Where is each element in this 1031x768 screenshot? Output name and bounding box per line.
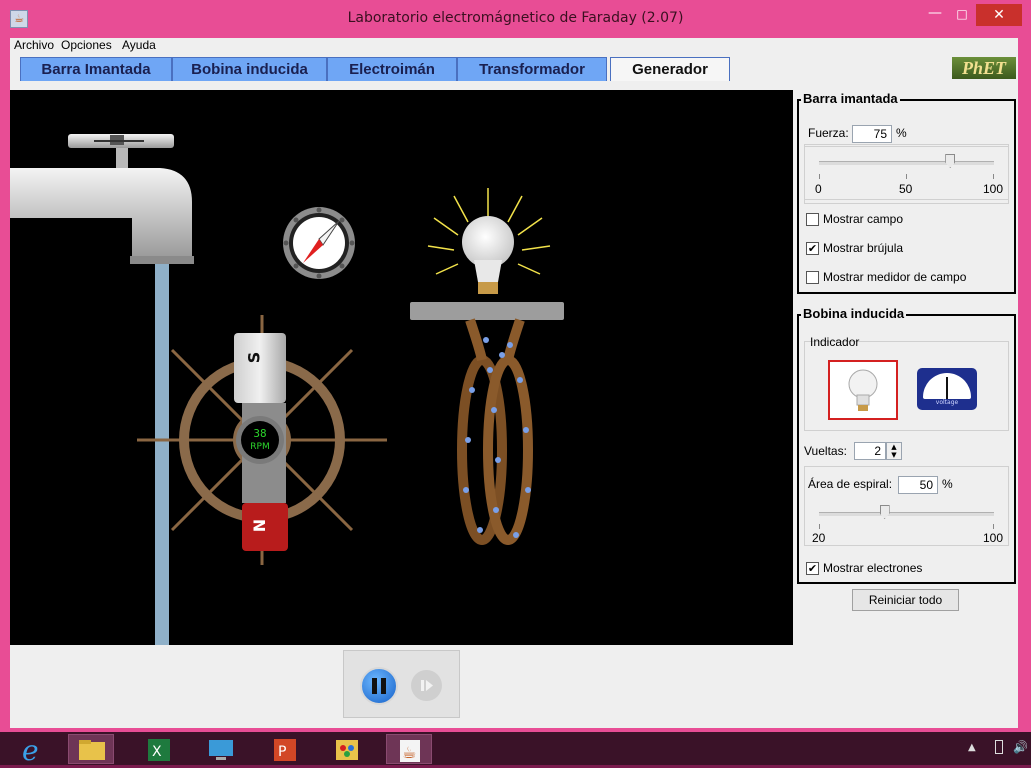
tab-electroiman[interactable]: Electroimán (327, 57, 457, 81)
tray-expand-icon[interactable]: ▲ (968, 742, 976, 753)
fuerza-tick-mid (906, 174, 907, 179)
light-bulb (462, 216, 514, 294)
rpm-gauge (236, 416, 284, 464)
north-pole-label: N (250, 518, 270, 533)
fuerza-input[interactable]: 75 (852, 125, 892, 143)
mostrar-electrones-label[interactable]: Mostrar electrones (823, 561, 922, 575)
file-explorer-icon[interactable] (68, 734, 114, 764)
title-bar[interactable]: ☕ Laboratorio electromágnetico de Farada… (0, 0, 1031, 38)
area-max-label: 100 (983, 531, 1004, 545)
paint-icon[interactable] (324, 734, 370, 764)
vueltas-label: Vueltas: (804, 444, 847, 458)
bulb-indicator-button[interactable] (828, 360, 898, 420)
water-faucet[interactable] (10, 134, 194, 264)
induced-coil[interactable] (457, 318, 533, 545)
fuerza-label: Fuerza: (808, 126, 849, 140)
svg-text:X: X (152, 744, 162, 760)
phet-logo[interactable]: PhET (952, 57, 1016, 79)
bobina-inducida-title: Bobina inducida (801, 306, 907, 321)
area-slider-track[interactable] (819, 512, 994, 516)
fuerza-mid-label: 50 (899, 182, 913, 196)
simulation-canvas[interactable]: S N 38 RPM (10, 90, 793, 645)
compass[interactable] (283, 207, 355, 279)
vueltas-spinner[interactable]: ▲ ▼ (886, 442, 902, 460)
internet-explorer-icon[interactable]: e (12, 734, 58, 767)
mostrar-medidor-checkbox[interactable] (806, 271, 819, 284)
svg-text:☕: ☕ (402, 743, 416, 762)
minimize-button[interactable]: — (922, 6, 948, 24)
tab-bobina-inducida[interactable]: Bobina inducida (172, 57, 327, 81)
tab-generador[interactable]: Generador (610, 57, 730, 81)
menu-opciones[interactable]: Opciones (61, 38, 112, 52)
rpm-unit: RPM (250, 442, 270, 452)
area-percent: % (942, 477, 953, 491)
mostrar-brujula-checkbox[interactable]: ✔ (806, 242, 819, 255)
area-tick-min (819, 524, 820, 529)
mostrar-medidor-label[interactable]: Mostrar medidor de campo (823, 270, 966, 284)
menu-ayuda[interactable]: Ayuda (122, 38, 156, 52)
svg-text:P: P (278, 744, 286, 760)
mostrar-campo-checkbox[interactable] (806, 213, 819, 226)
area-min-label: 20 (812, 531, 826, 545)
menu-bar: Archivo Opciones Ayuda (10, 38, 1018, 54)
voltmeter-label: voltage (935, 399, 959, 406)
bobina-inducida-panel: Bobina inducida Indicador voltage Vuelta… (797, 306, 1016, 584)
rpm-value: 38 (253, 427, 267, 440)
fuerza-slider-track[interactable] (819, 161, 994, 165)
area-tick-max (993, 524, 994, 529)
south-pole-label: S (244, 351, 264, 364)
pause-button[interactable] (360, 667, 398, 705)
tab-barra-imantada[interactable]: Barra Imantada (20, 57, 172, 81)
fuerza-max-label: 100 (983, 182, 1004, 196)
bulb-base-plate (410, 302, 564, 320)
area-label: Área de espiral: (808, 477, 893, 491)
fuerza-min-label: 0 (815, 182, 822, 196)
window-title: Laboratorio electromágnetico de Faraday … (347, 10, 684, 26)
barra-imantada-title: Barra imantada (801, 91, 900, 106)
mostrar-brujula-label[interactable]: Mostrar brújula (823, 241, 903, 255)
excel-icon[interactable]: X (136, 734, 182, 764)
taskbar: e X P ☕ ▲ 🔊 (0, 732, 1031, 767)
water-stream (155, 264, 169, 645)
clock-controls (343, 650, 460, 718)
indicador-label: Indicador (810, 335, 860, 349)
battery-icon[interactable] (995, 740, 1003, 754)
fuerza-tick-min (819, 174, 820, 179)
voltmeter-indicator-button[interactable]: voltage (917, 368, 977, 410)
mostrar-electrones-checkbox[interactable]: ✔ (806, 562, 819, 575)
fuerza-tick-max (993, 174, 994, 179)
svg-text:e: e (22, 734, 39, 764)
fuerza-percent: % (896, 126, 907, 140)
step-button[interactable] (411, 670, 442, 701)
volume-icon[interactable]: 🔊 (1013, 740, 1028, 754)
tab-transformador[interactable]: Transformador (457, 57, 607, 81)
java-taskbar-icon[interactable]: ☕ (386, 734, 432, 764)
mostrar-campo-label[interactable]: Mostrar campo (823, 212, 903, 226)
menu-archivo[interactable]: Archivo (14, 38, 54, 52)
barra-imantada-panel: Barra imantada Fuerza: 75 % 0 50 100 Mos… (797, 91, 1016, 294)
vueltas-input[interactable]: 2 (854, 442, 886, 460)
voltmeter-needle (946, 377, 948, 399)
maximize-button[interactable]: □ (949, 6, 975, 24)
tab-bar: Barra Imantada Bobina inducida Electroim… (10, 54, 1018, 82)
area-input[interactable]: 50 (898, 476, 938, 494)
powerpoint-icon[interactable]: P (262, 734, 308, 764)
remote-desktop-icon[interactable] (198, 734, 244, 764)
reiniciar-todo-button[interactable]: Reiniciar todo (852, 589, 959, 611)
close-button[interactable]: ✕ (976, 4, 1022, 26)
